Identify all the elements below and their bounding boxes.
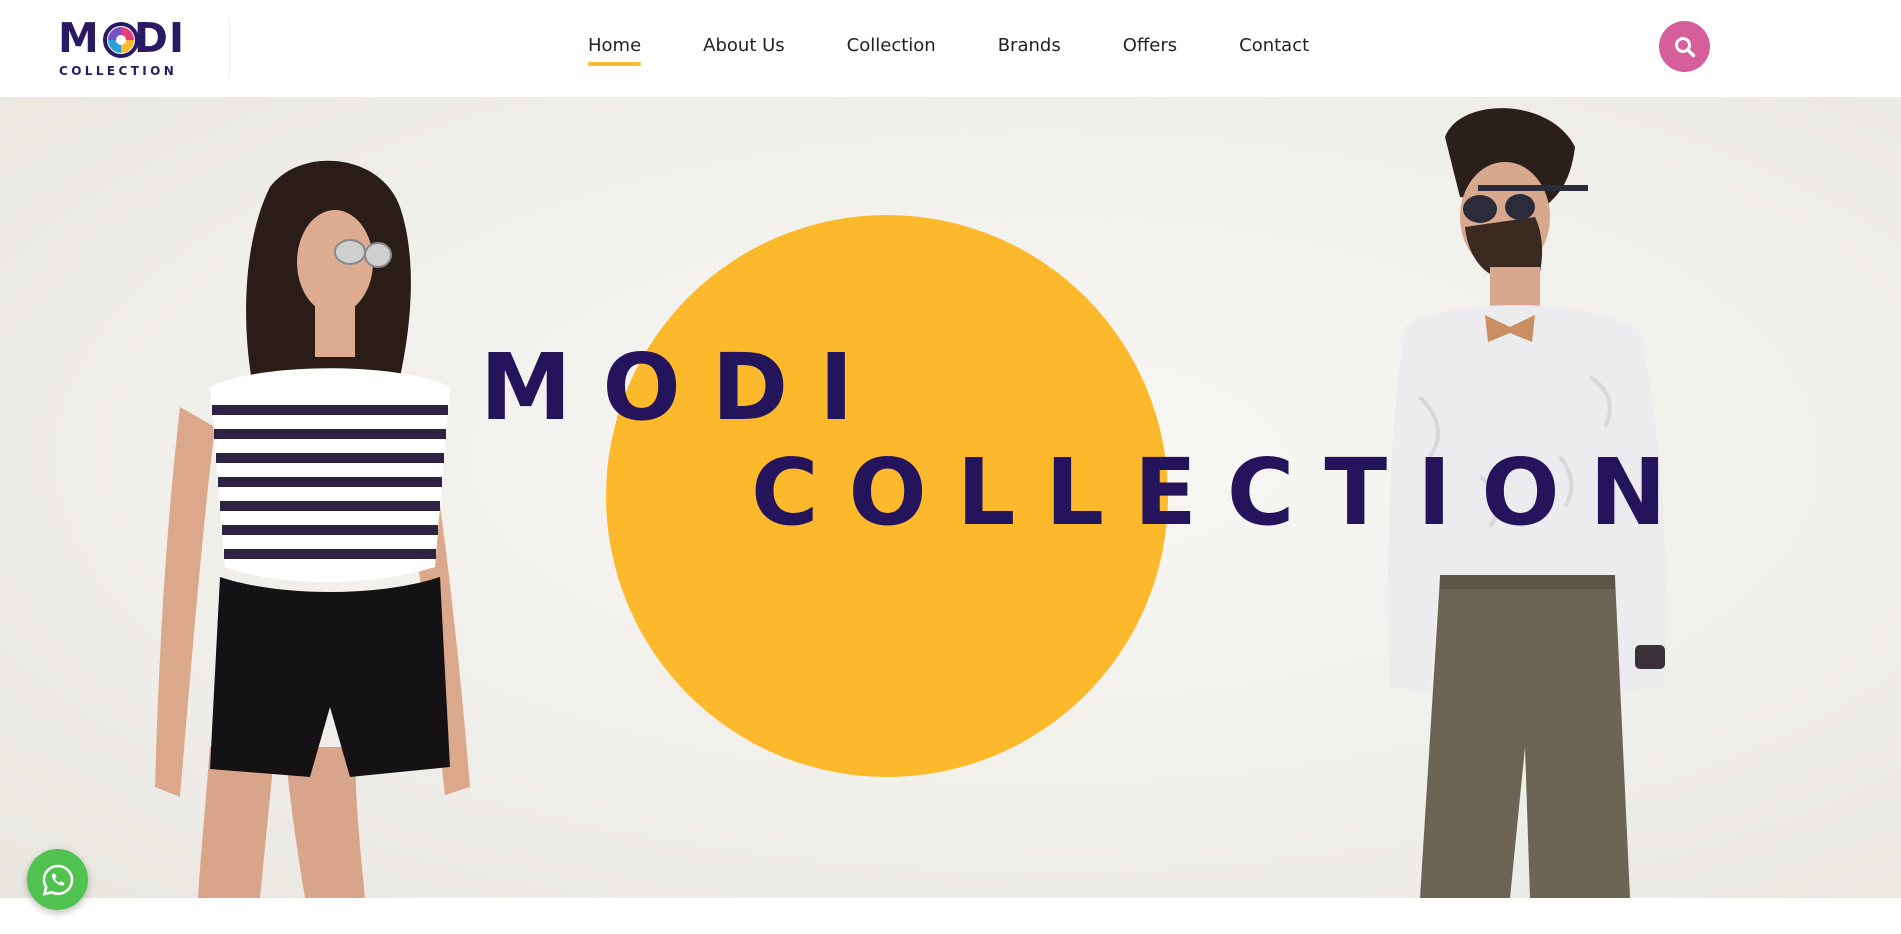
main-nav: Home About Us Collection Brands Offers C… [588, 34, 1371, 66]
logo-letters-di: DI [133, 14, 186, 62]
whatsapp-icon [42, 864, 73, 896]
logo-subtitle: COLLECTION [59, 64, 178, 78]
nav-brands[interactable]: Brands [998, 34, 1061, 66]
nav-contact[interactable]: Contact [1239, 34, 1309, 66]
hero-title-line2: COLLECTION [751, 439, 1697, 546]
site-header: MODI COLLECTION Home About Us Collection… [0, 0, 1901, 97]
logo-swirl-icon [103, 22, 139, 58]
hero-banner: MODI COLLECTION [0, 97, 1901, 898]
nav-about-us[interactable]: About Us [703, 34, 785, 66]
search-icon [1674, 36, 1695, 57]
nav-collection[interactable]: Collection [847, 34, 936, 66]
search-button[interactable] [1659, 21, 1710, 72]
hero-woman-image [155, 160, 470, 898]
hero-title-line1: MODI [480, 334, 885, 441]
whatsapp-button[interactable] [27, 849, 88, 910]
logo-letter-m: M [58, 14, 100, 62]
brand-logo[interactable]: MODI COLLECTION [56, 14, 196, 80]
nav-offers[interactable]: Offers [1123, 34, 1177, 66]
nav-home[interactable]: Home [588, 34, 642, 66]
header-divider [229, 18, 230, 78]
